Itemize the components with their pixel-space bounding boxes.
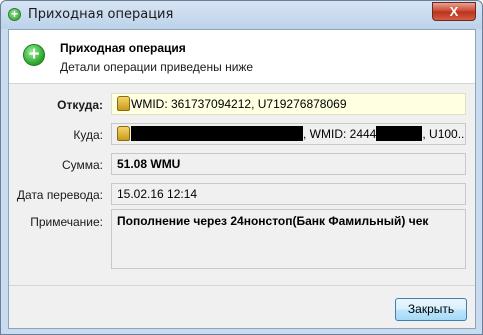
from-field[interactable]: WMID: 361737094212, U719276878069 — [111, 93, 466, 115]
to-suffix: , U100... — [422, 127, 466, 141]
dialog-footer: Закрыть — [9, 285, 475, 328]
from-label: Откуда: — [57, 98, 103, 112]
title-bar[interactable]: + Приходная операция X — [1, 1, 482, 29]
note-field[interactable]: Пополнение через 24нонстоп(Банк Фамильны… — [111, 209, 466, 269]
add-circle-icon: + — [23, 44, 45, 66]
redacted-name — [131, 126, 303, 141]
date-label: Дата перевода: — [16, 188, 103, 202]
window-close-button[interactable]: X — [432, 2, 476, 21]
close-button[interactable]: Закрыть — [395, 298, 467, 321]
add-circle-icon: + — [8, 8, 21, 21]
webmoney-passport-icon — [117, 96, 130, 111]
amount-label: Сумма: — [61, 158, 103, 172]
webmoney-passport-icon — [117, 126, 130, 141]
header-subtitle: Детали операции приведены ниже — [60, 60, 254, 74]
to-field[interactable]: , WMID: 2444 , U100... — [111, 123, 466, 145]
dialog-header: + Приходная операция Детали операции при… — [9, 30, 475, 84]
dialog-body: + Приходная операция Детали операции при… — [8, 29, 476, 329]
from-value: WMID: 361737094212, U719276878069 — [131, 97, 347, 111]
to-label: Куда: — [73, 128, 103, 142]
note-label: Примечание: — [30, 215, 103, 229]
dialog-window: + Приходная операция X + Приходная опера… — [0, 0, 483, 335]
redacted-wmid — [376, 126, 423, 141]
amount-field[interactable]: 51.08 WMU — [111, 153, 466, 175]
date-field[interactable]: 15.02.16 12:14 — [111, 183, 466, 205]
to-wmid-prefix: , WMID: 2444 — [303, 127, 377, 141]
header-title: Приходная операция — [60, 41, 186, 55]
window-title: Приходная операция — [28, 7, 174, 22]
